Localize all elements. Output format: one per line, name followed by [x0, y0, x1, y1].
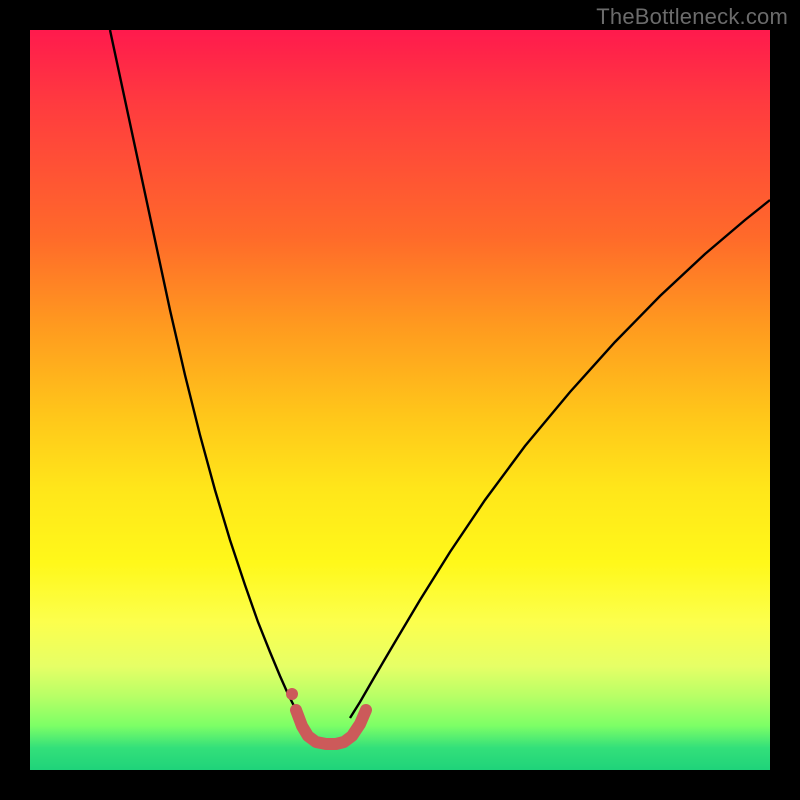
- marker-segment: [296, 710, 366, 744]
- chart-frame: TheBottleneck.com: [0, 0, 800, 800]
- plot-area: [30, 30, 770, 770]
- chart-svg: [30, 30, 770, 770]
- watermark-text: TheBottleneck.com: [596, 4, 788, 30]
- marker-dot: [286, 688, 298, 700]
- curve-right: [350, 200, 770, 718]
- curve-left: [110, 30, 300, 718]
